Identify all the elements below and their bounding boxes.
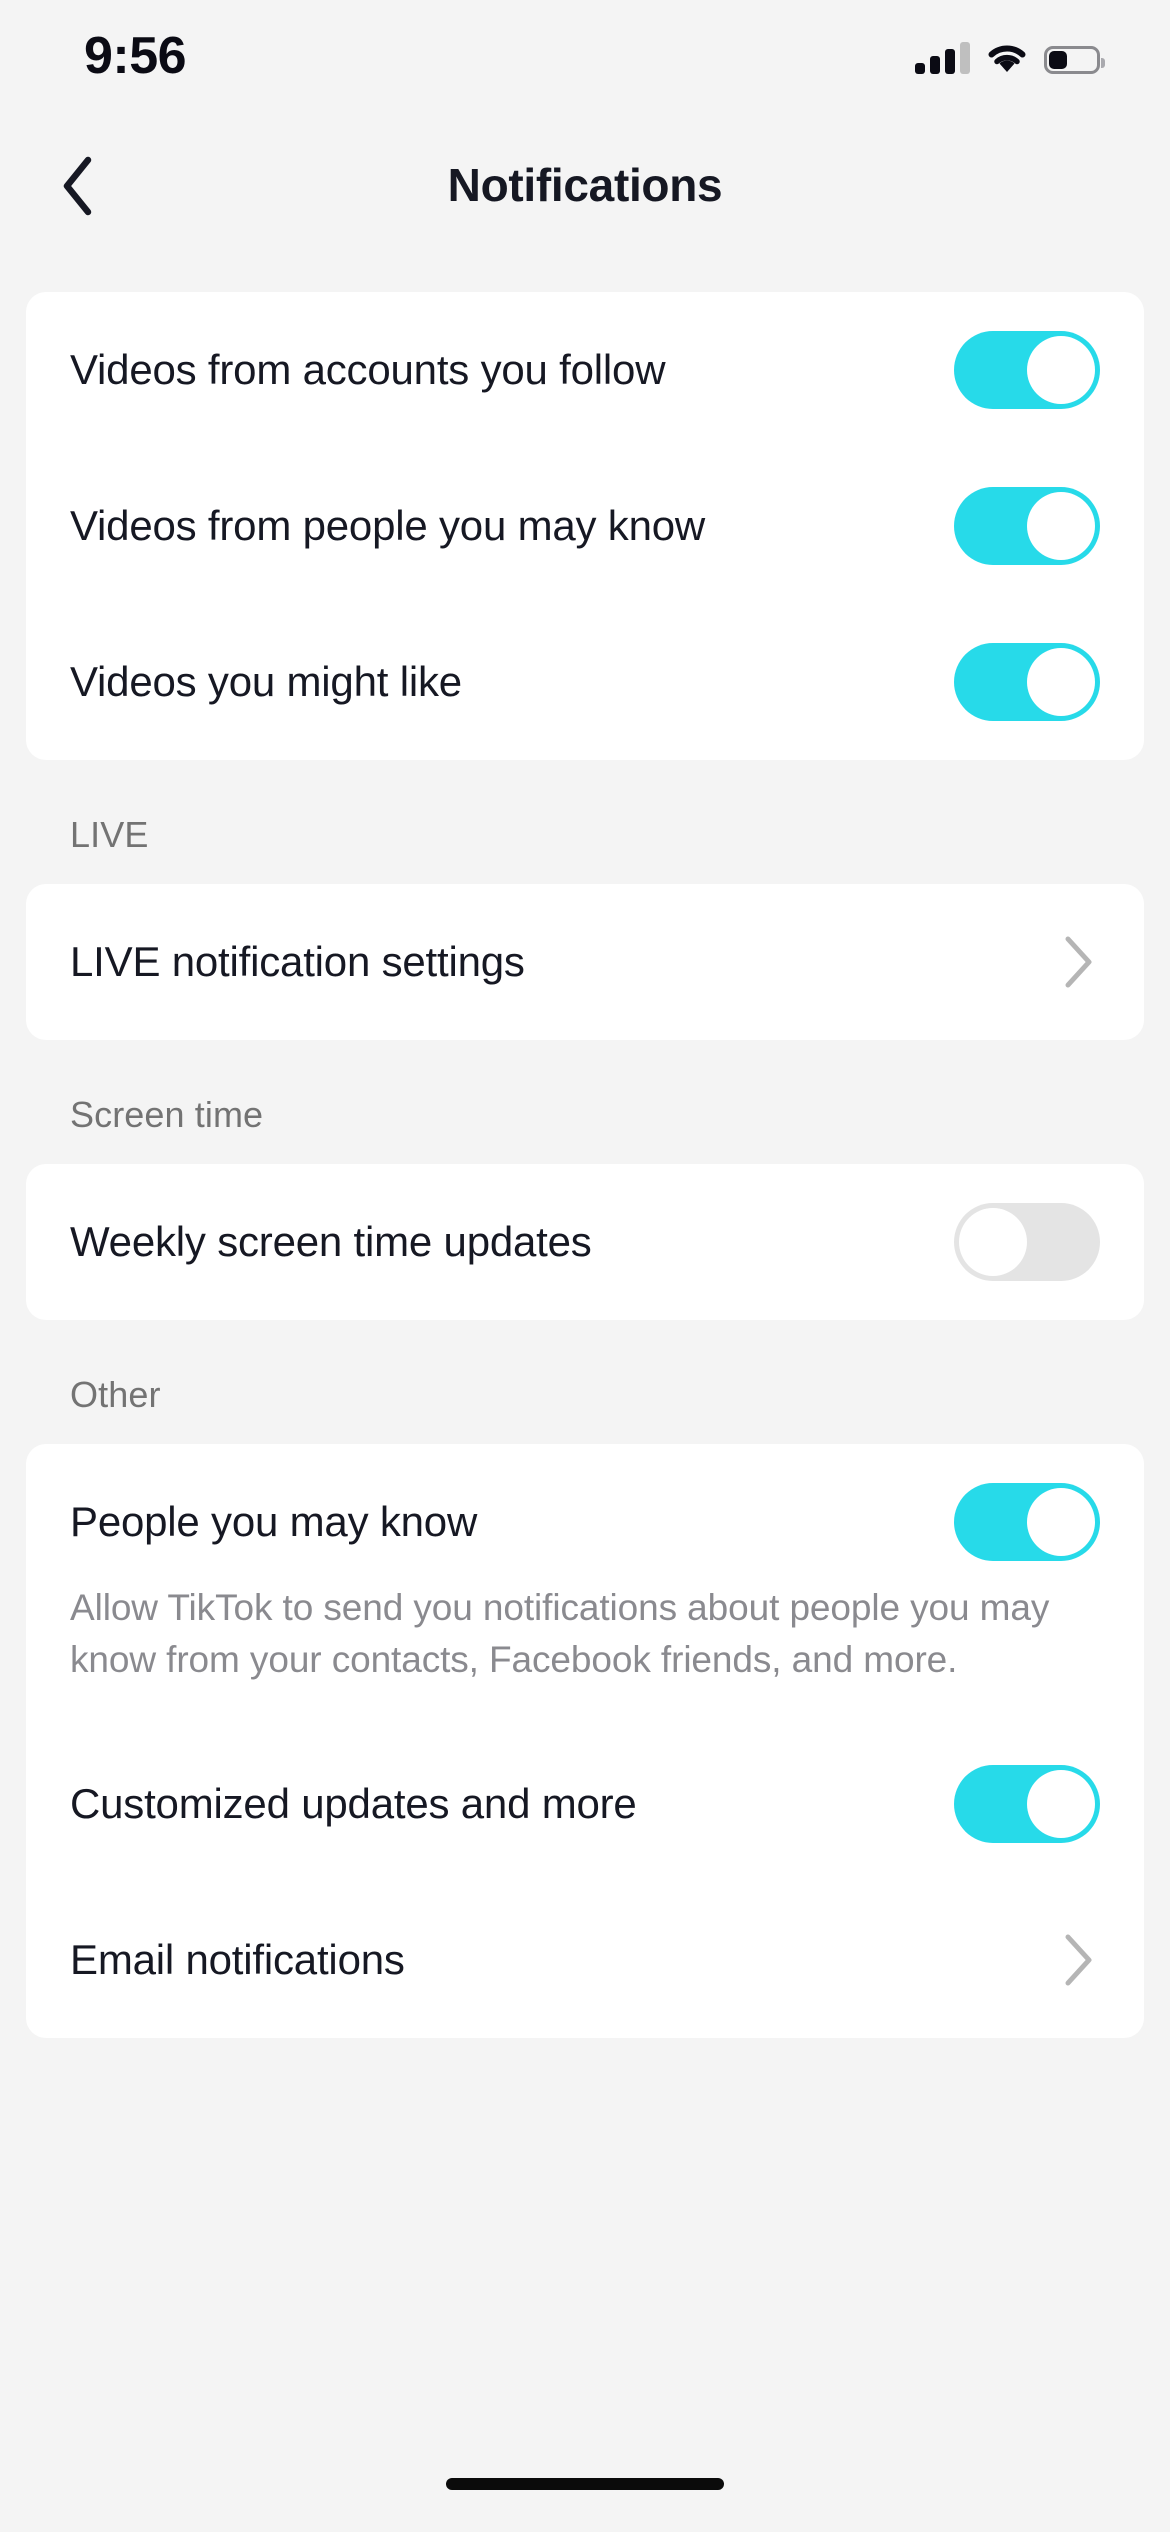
setting-label: Email notifications — [70, 1936, 405, 1983]
nav-bar: Notifications — [0, 130, 1170, 240]
setting-label: LIVE notification settings — [70, 938, 525, 985]
toggle-people-you-may-know[interactable] — [954, 1483, 1100, 1561]
phone-screen: 9:56 Notifications Videos from accounts … — [0, 0, 1170, 2532]
chevron-left-icon — [63, 156, 92, 216]
setting-description: Allow TikTok to send you notifications a… — [70, 1587, 1050, 1680]
chevron-right-icon — [1065, 936, 1092, 988]
setting-label: Videos from people you may know — [70, 502, 706, 549]
setting-label: Customized updates and more — [70, 1780, 637, 1827]
settings-list[interactable]: Videos Videos from accounts you follow V… — [0, 240, 1170, 2532]
list-item[interactable]: Customized updates and more — [26, 1726, 1144, 1882]
list-item-email-notifications[interactable]: Email notifications — [26, 1882, 1144, 2038]
list-item[interactable]: Videos from people you may know — [26, 448, 1144, 604]
back-button[interactable] — [36, 144, 120, 228]
toggle-videos-you-might-like[interactable] — [954, 643, 1100, 721]
settings-card-videos: Videos from accounts you follow Videos f… — [26, 292, 1144, 760]
setting-label: Videos from accounts you follow — [70, 346, 666, 393]
settings-card-other: People you may know Allow TikTok to send… — [26, 1444, 1144, 2038]
section-header-other: Other — [70, 1374, 161, 1415]
battery-icon — [1044, 46, 1105, 74]
scrolled-partial-text: Videos — [70, 252, 1100, 280]
toggle-videos-from-people-you-may-know[interactable] — [954, 487, 1100, 565]
page-title: Notifications — [447, 159, 723, 211]
status-bar-time: 9:56 — [84, 27, 187, 85]
settings-card-live: LIVE notification settings — [26, 884, 1144, 1040]
cellular-signal-icon — [915, 42, 970, 74]
chevron-right-icon — [1065, 1934, 1092, 1986]
list-item[interactable]: People you may know — [26, 1444, 1144, 1600]
setting-label: People you may know — [70, 1498, 478, 1545]
toggle-videos-from-accounts-you-follow[interactable] — [954, 331, 1100, 409]
section-header-screen-time: Screen time — [70, 1094, 264, 1135]
setting-label: Weekly screen time updates — [70, 1218, 592, 1265]
home-indicator — [446, 2478, 724, 2490]
toggle-customized-updates-and-more[interactable] — [954, 1765, 1100, 1843]
setting-label: Videos you might like — [70, 658, 462, 705]
wifi-icon — [986, 42, 1028, 74]
toggle-weekly-screen-time-updates[interactable] — [954, 1203, 1100, 1281]
status-bar-indicators — [915, 30, 1105, 74]
section-header-live: LIVE — [70, 814, 149, 855]
settings-card-screen-time: Weekly screen time updates — [26, 1164, 1144, 1320]
list-item[interactable]: Weekly screen time updates — [26, 1164, 1144, 1320]
status-bar: 9:56 — [0, 0, 1170, 130]
list-item[interactable]: Videos from accounts you follow — [26, 292, 1144, 448]
list-item[interactable]: Videos you might like — [26, 604, 1144, 760]
list-item-live-notification-settings[interactable]: LIVE notification settings — [26, 884, 1144, 1040]
